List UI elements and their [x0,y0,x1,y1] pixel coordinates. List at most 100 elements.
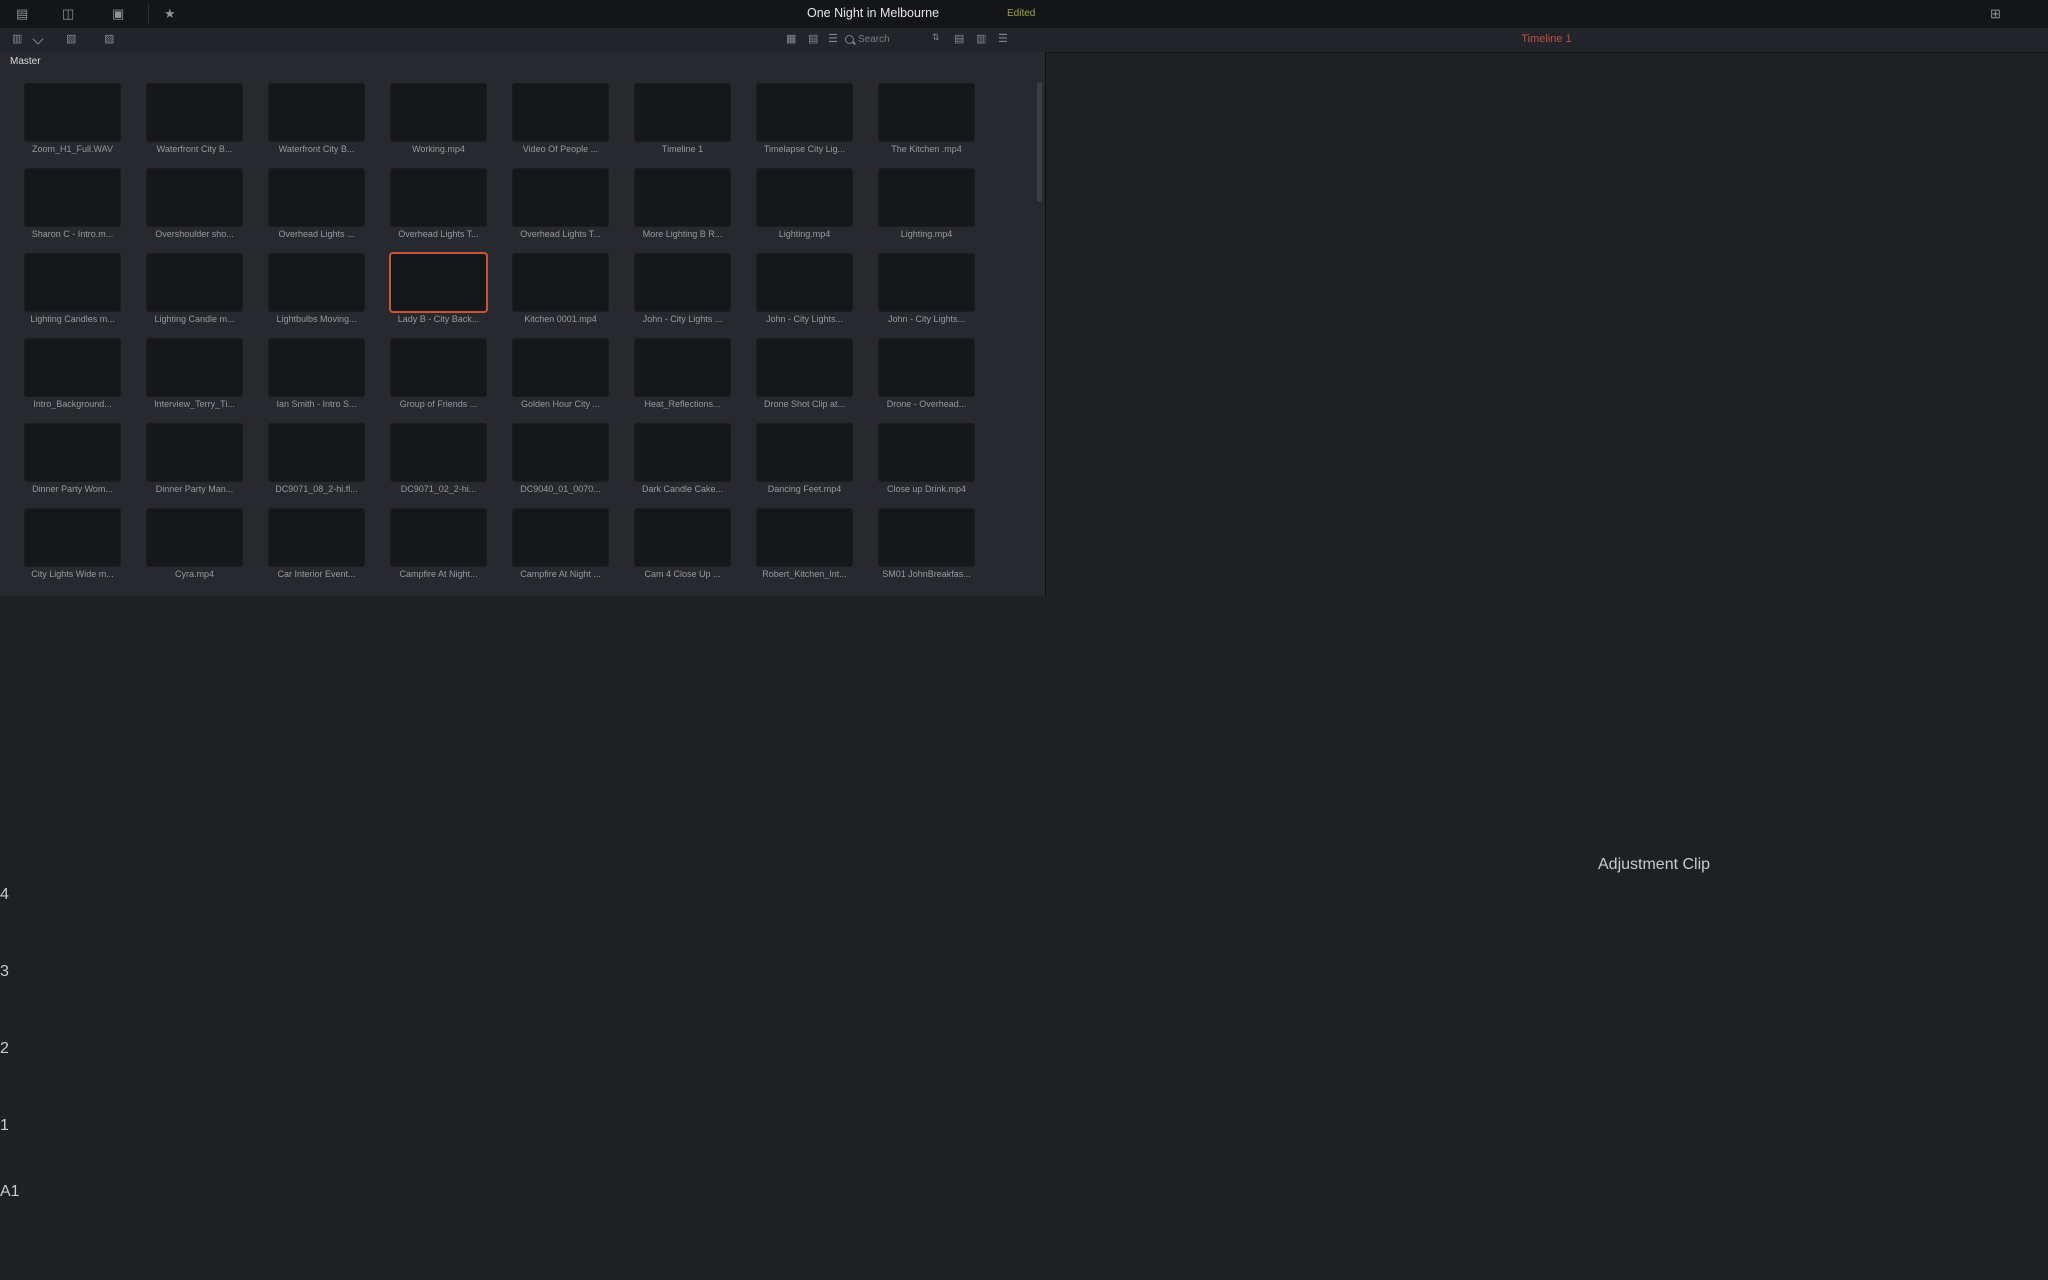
media-clip-thumbnail[interactable] [269,509,364,566]
media-clip-thumbnail[interactable] [513,169,608,226]
media-clip[interactable]: John - City Lights ... [635,254,730,326]
search-input[interactable]: Search [858,34,890,45]
quick-export-icon[interactable]: ★ [164,5,176,23]
media-clip[interactable]: Drone - Overhead... [879,339,974,411]
media-clip-thumbnail[interactable] [147,169,242,226]
list-view-icon[interactable]: ☰ [828,32,838,45]
media-clip-thumbnail[interactable] [635,169,730,226]
media-clip-thumbnail[interactable] [757,84,852,141]
timeline-clip-adjustment[interactable]: Adjustment Clip [1598,856,2048,926]
media-clip[interactable]: Lighting.mp4 [757,169,852,241]
timeline-clip-faces[interactable] [543,1010,2048,1080]
overview-clip[interactable] [0,932,62,950]
thumbnail-view-icon[interactable]: ▦ [786,32,796,45]
media-clip-thumbnail[interactable] [879,254,974,311]
media-clip[interactable]: Overshoulder sho... [147,169,242,241]
timeline-clip-skyline[interactable] [118,933,432,1003]
overview-clip[interactable] [0,698,44,716]
import-media-icon[interactable]: ▧ [66,32,76,45]
clip-info-view-icon[interactable]: ▤ [954,32,964,45]
overview-clip[interactable] [0,842,46,860]
media-clip-thumbnail[interactable] [391,84,486,141]
dual-viewer-icon[interactable]: ◫ [62,5,74,23]
media-clip-thumbnail[interactable] [879,169,974,226]
overview-clip[interactable] [0,914,32,932]
media-clip-thumbnail[interactable] [147,254,242,311]
media-clip-thumbnail[interactable] [269,339,364,396]
media-clip[interactable]: Dinner Party Man... [147,424,242,496]
overview-clip[interactable] [0,824,42,842]
timeline-clip-faces[interactable] [1866,933,2048,1003]
media-clip[interactable]: Sharon C - Intro.m... [25,169,120,241]
media-clip[interactable]: Golden Hour City ... [513,339,608,411]
bin-options-icon[interactable]: ☰ [998,32,1008,45]
media-clip[interactable]: Cyra.mp4 [147,509,242,581]
media-clip[interactable]: Zoom_H1_Full.WAV [25,84,120,156]
media-clip[interactable]: Timelapse City Lig... [757,84,852,156]
media-clip[interactable]: Lighting Candles m... [25,254,120,326]
bin-panel-toggle-icon[interactable]: ▥ [12,32,22,45]
overview-clip[interactable] [0,680,142,698]
media-clip[interactable]: Intro_Background... [25,339,120,411]
overview-clip[interactable] [0,986,42,1004]
media-clip[interactable]: John - City Lights... [757,254,852,326]
media-clip-thumbnail[interactable] [513,339,608,396]
media-clip-thumbnail[interactable] [391,339,486,396]
overview-clip[interactable] [0,806,28,824]
overview-clip[interactable] [0,788,68,806]
media-clip[interactable]: Interview_Terry_Ti... [147,339,242,411]
media-clip-thumbnail[interactable] [513,84,608,141]
media-clip[interactable]: Drone Shot Clip at... [757,339,852,411]
media-clip[interactable]: Lightbulbs Moving... [269,254,364,326]
overview-clip[interactable] [0,734,38,752]
media-clip-thumbnail[interactable] [879,424,974,481]
overview-clip[interactable] [0,662,52,680]
media-clip-thumbnail[interactable] [391,254,486,311]
media-clip[interactable]: DC9071_08_2-hi.fl... [269,424,364,496]
overview-clip[interactable] [0,1058,46,1076]
chevron-down-icon[interactable] [32,33,43,44]
overview-clip[interactable] [0,1130,62,1148]
media-clip[interactable]: More Lighting B R... [635,169,730,241]
media-clip[interactable]: Campfire At Night... [391,509,486,581]
bin-name[interactable]: Master [10,56,41,67]
media-clip-thumbnail[interactable] [757,339,852,396]
media-clip-thumbnail[interactable] [635,424,730,481]
filmstrip-view-icon[interactable]: ▤ [808,32,818,45]
overview-clip[interactable] [0,716,208,734]
timeline-clip-feet[interactable] [88,1087,1352,1157]
media-clip[interactable]: Lighting.mp4 [879,169,974,241]
overview-clip[interactable] [0,860,42,878]
timeline-clip-club[interactable] [1352,1087,1898,1157]
overview-clip[interactable] [0,1076,42,1094]
timeline-clip-audio[interactable] [88,1163,2048,1213]
media-clip[interactable]: Lighting Candle m... [147,254,242,326]
media-clip-thumbnail[interactable] [391,509,486,566]
timeline-clip-faces[interactable] [272,1010,480,1080]
media-pool-scrollbar[interactable] [1037,82,1042,202]
media-clip[interactable]: Timeline 1 [635,84,730,156]
media-pool-panel-icon[interactable]: ▤ [16,5,28,23]
media-clip-thumbnail[interactable] [513,254,608,311]
media-clip-thumbnail[interactable] [269,254,364,311]
media-clip[interactable]: Ian Smith - Intro S... [269,339,364,411]
media-clip[interactable]: Overhead Lights T... [391,169,486,241]
overview-clip[interactable] [0,752,62,770]
media-clip[interactable]: Overhead Lights T... [513,169,608,241]
media-clip[interactable]: Car Interior Event... [269,509,364,581]
media-clip[interactable]: City Lights Wide m... [25,509,120,581]
media-clip-thumbnail[interactable] [757,254,852,311]
media-clip[interactable]: DC9071_02_2-hi... [391,424,486,496]
media-clip[interactable]: SM01 JohnBreakfas... [879,509,974,581]
media-clip-thumbnail[interactable] [25,84,120,141]
overview-clip[interactable] [0,610,24,627]
media-clip-thumbnail[interactable] [757,509,852,566]
media-clip-thumbnail[interactable] [25,339,120,396]
media-clip[interactable]: Working.mp4 [391,84,486,156]
media-clip-thumbnail[interactable] [879,339,974,396]
media-clip[interactable]: Heat_Reflections... [635,339,730,411]
media-clip-thumbnail[interactable] [391,169,486,226]
overview-clip[interactable] [0,1262,160,1280]
overview-clip[interactable] [0,644,142,662]
media-clip[interactable]: Dancing Feet.mp4 [757,424,852,496]
